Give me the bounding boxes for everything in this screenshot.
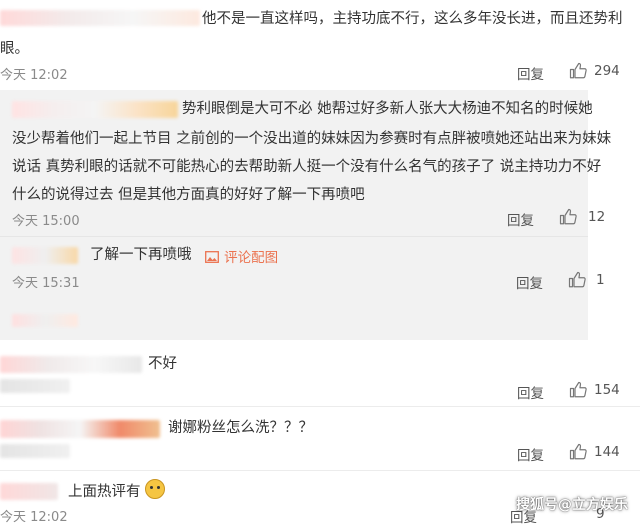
like-count: 1 bbox=[596, 272, 605, 288]
reply-button[interactable]: 回复 bbox=[517, 444, 544, 464]
comment-text-content: 上面热评有 bbox=[68, 484, 141, 500]
like-count: 294 bbox=[594, 63, 620, 79]
image-icon bbox=[205, 251, 219, 263]
divider bbox=[0, 470, 640, 471]
comment-text: 上面热评有 bbox=[68, 479, 166, 504]
like-button[interactable] bbox=[559, 208, 577, 226]
thumbs-up-icon bbox=[568, 271, 586, 288]
reply-button[interactable]: 回复 bbox=[517, 63, 544, 83]
like-button[interactable] bbox=[569, 381, 587, 399]
avatar-username-blurred bbox=[0, 356, 142, 373]
comment-text: 不好 bbox=[148, 356, 177, 372]
comment-text: 他不是一直这样吗，主持功底不行，这么多年没长进，而且还势利 bbox=[202, 11, 623, 27]
comment-time-blurred bbox=[0, 379, 70, 393]
thumbs-up-icon bbox=[569, 381, 587, 398]
reply-text: 势利眼倒是大可不必 她帮过好多新人张大大杨迪不知名的时候她 bbox=[182, 101, 593, 117]
comment-text: 谢娜粉丝怎么洗？？？ bbox=[168, 420, 313, 436]
thumbs-up-icon bbox=[569, 62, 587, 79]
reply-text: 了解一下再喷哦 bbox=[90, 247, 192, 263]
like-button[interactable] bbox=[568, 271, 586, 289]
divider bbox=[0, 236, 588, 237]
avatar-username-blurred bbox=[0, 420, 160, 438]
reply-text: 说话 真势利眼的话就不可能热心的去帮助新人挺一个没有什么名气的孩子了 说主持功力… bbox=[12, 159, 602, 175]
like-count: 12 bbox=[588, 209, 606, 225]
comment-time: 今天 12:02 bbox=[0, 68, 68, 83]
like-count: 154 bbox=[594, 382, 620, 398]
reply-button[interactable]: 回复 bbox=[517, 382, 544, 402]
comment-time-blurred bbox=[0, 444, 70, 458]
reply-button[interactable]: 回复 bbox=[516, 272, 543, 292]
avatar-username-blurred bbox=[0, 483, 58, 500]
reply-time: 今天 15:31 bbox=[12, 276, 80, 291]
avatar-username-blurred bbox=[0, 10, 200, 26]
reply-text: 没少帮着他们一起上节目 之前创的一个没出道的妹妹因为参赛时有点胖被喷她还站出来为… bbox=[12, 131, 612, 147]
comment-text: 眼。 bbox=[0, 41, 29, 57]
comment-image-label[interactable]: 评论配图 bbox=[224, 250, 278, 266]
comment-image-link[interactable]: 评论配图 bbox=[205, 246, 278, 266]
like-count: 144 bbox=[594, 444, 620, 460]
thumbs-up-icon bbox=[569, 443, 587, 460]
reply-button[interactable]: 回复 bbox=[507, 209, 534, 229]
doge-emoji-icon bbox=[145, 479, 166, 499]
thumbs-up-icon bbox=[559, 208, 577, 225]
avatar-username-blurred bbox=[12, 101, 178, 118]
divider bbox=[0, 406, 640, 407]
more-replies-blurred[interactable] bbox=[12, 314, 78, 327]
reply-text: 什么的说得过去 但是其他方面真的好好了解一下再喷吧 bbox=[12, 187, 365, 203]
avatar-username-blurred bbox=[12, 247, 78, 264]
comment-time: 今天 12:02 bbox=[0, 510, 68, 525]
like-button[interactable] bbox=[569, 443, 587, 461]
reply-time: 今天 15:00 bbox=[12, 214, 80, 229]
like-button[interactable] bbox=[569, 62, 587, 80]
watermark: 搜狐号@立方娱乐 bbox=[516, 497, 628, 513]
